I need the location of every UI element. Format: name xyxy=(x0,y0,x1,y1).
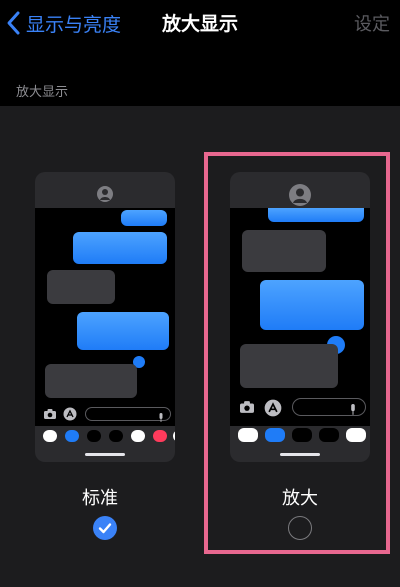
camera-icon xyxy=(238,400,256,414)
avatar-icon xyxy=(97,186,113,202)
message-bubble xyxy=(242,230,326,272)
home-indicator xyxy=(85,453,125,456)
message-bubble xyxy=(121,210,167,226)
app-icon xyxy=(65,430,79,442)
option-zoomed[interactable]: 放大 xyxy=(200,106,400,587)
message-bubble xyxy=(73,232,167,264)
app-drawer xyxy=(35,430,175,444)
app-store-icon xyxy=(264,399,282,417)
app-icon xyxy=(319,428,339,442)
section-header: 放大显示 xyxy=(0,76,400,106)
app-icon xyxy=(265,428,285,442)
app-icon xyxy=(43,430,57,442)
message-bubble xyxy=(268,208,364,222)
avatar-icon xyxy=(289,184,311,206)
app-icon xyxy=(131,430,145,442)
app-icon xyxy=(238,428,258,442)
header-spacer xyxy=(0,46,400,76)
preview-standard xyxy=(35,172,175,462)
preview-screen xyxy=(230,208,370,426)
app-icon xyxy=(292,428,312,442)
app-icon xyxy=(87,430,101,442)
message-bubble xyxy=(45,364,137,398)
app-icon xyxy=(109,430,123,442)
home-indicator xyxy=(280,453,320,456)
section-header-label: 放大显示 xyxy=(16,85,69,100)
message-bubble xyxy=(47,270,115,304)
app-icon xyxy=(153,430,167,442)
camera-icon xyxy=(43,408,57,420)
preview-zoomed xyxy=(230,172,370,462)
message-bubble xyxy=(260,280,364,330)
app-store-icon xyxy=(63,407,77,421)
navigation-bar: 显示与亮度 放大显示 设定 xyxy=(0,0,400,46)
message-bubble xyxy=(240,344,338,388)
option-standard[interactable]: 标准 xyxy=(0,106,200,587)
checkmark-icon[interactable] xyxy=(93,516,117,540)
microphone-icon xyxy=(158,408,164,422)
app-icon xyxy=(173,430,175,442)
page-title: 放大显示 xyxy=(161,13,238,35)
microphone-icon xyxy=(349,401,357,415)
radio-circle-icon[interactable] xyxy=(288,516,312,540)
message-bubble xyxy=(77,312,169,350)
app-icon xyxy=(346,428,366,442)
app-drawer xyxy=(230,428,370,444)
option-zoomed-label: 放大 xyxy=(282,488,318,509)
set-button[interactable]: 设定 xyxy=(354,10,390,36)
option-standard-label: 标准 xyxy=(82,488,118,509)
preview-screen xyxy=(35,208,175,426)
